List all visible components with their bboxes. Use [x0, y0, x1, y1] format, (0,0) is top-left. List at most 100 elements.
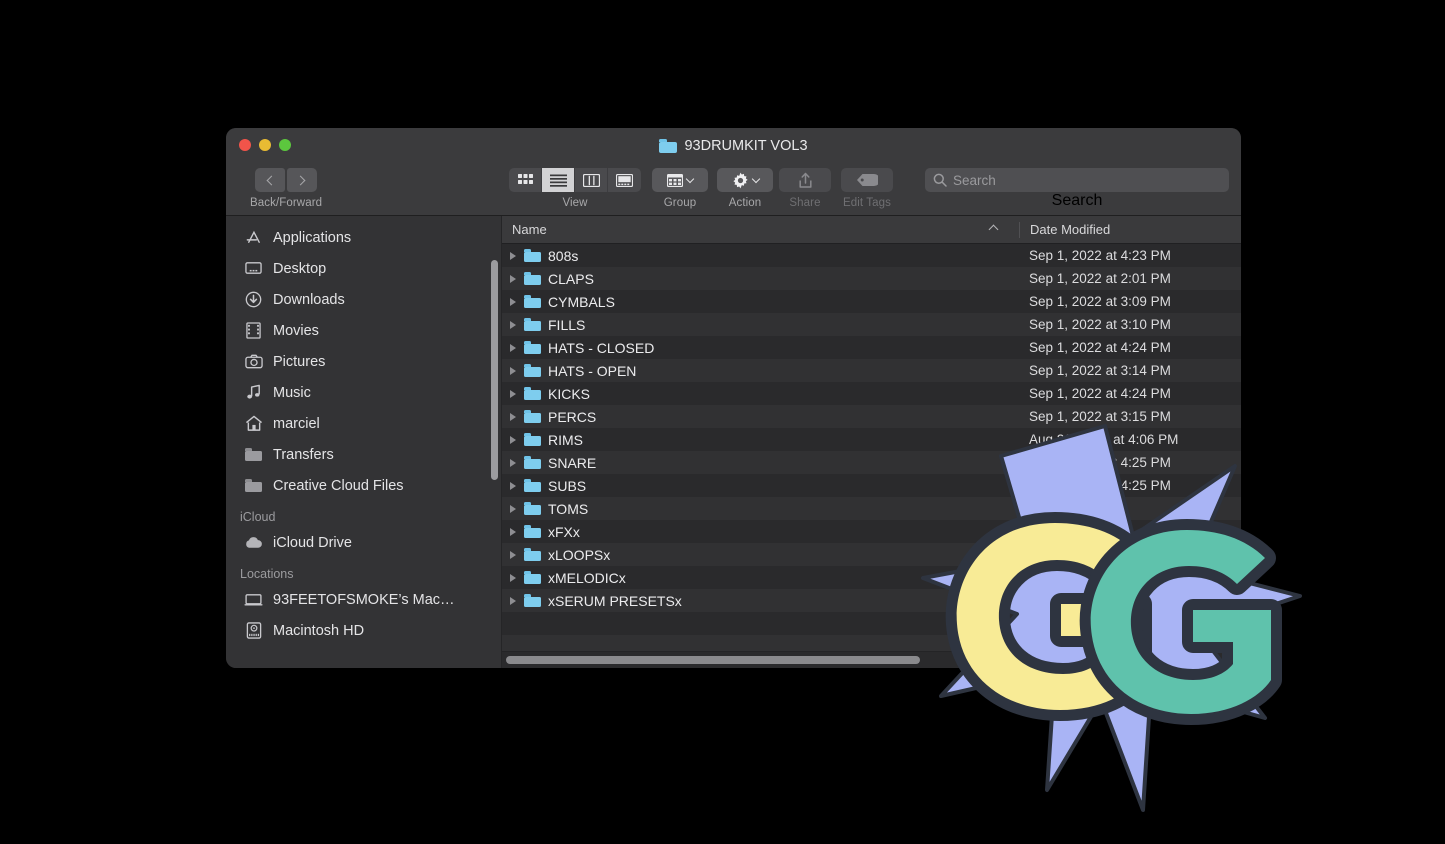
folder-icon: [524, 594, 541, 607]
horizontal-scrollbar[interactable]: [502, 651, 1241, 668]
file-name-label: xLOOPSx: [548, 547, 610, 563]
table-row[interactable]: PERCSSep 1, 2022 at 3:15 PM: [502, 405, 1241, 428]
file-date-cell: Sep 1, 2022 at 4:24 PM: [1019, 386, 1241, 401]
folder-icon: [524, 433, 541, 446]
table-row[interactable]: HATS - CLOSED Sep 1, 2022 at 4:24 PM: [502, 336, 1241, 359]
file-name-label: TOMS: [548, 501, 588, 517]
file-list-pane: Name Date Modified 808sSep 1, 2022 at 4:…: [502, 216, 1241, 668]
table-row[interactable]: KICKS Sep 1, 2022 at 4:24 PM: [502, 382, 1241, 405]
disclosure-triangle-icon[interactable]: [502, 367, 524, 375]
file-date-cell: Sep 1, 2022 at 2:01 PM: [1019, 271, 1241, 286]
sidebar-item-downloads[interactable]: Downloads: [226, 284, 501, 315]
group-group: Group: [652, 168, 708, 209]
disclosure-triangle-icon[interactable]: [502, 321, 524, 329]
window-body: Applications Desktop: [226, 216, 1241, 668]
folder-icon: [524, 341, 541, 354]
disclosure-triangle-icon[interactable]: [502, 275, 524, 283]
search-input[interactable]: [953, 173, 1221, 188]
sidebar-item-label: Desktop: [273, 261, 326, 277]
file-name-cell: xLOOPSx: [524, 547, 1019, 563]
column-header-date-modified[interactable]: Date Modified: [1019, 222, 1241, 238]
table-row[interactable]: HATS - OPENSep 1, 2022 at 3:14 PM: [502, 359, 1241, 382]
file-name-label: xFXx: [548, 524, 580, 540]
sidebar-item-applications[interactable]: Applications: [226, 222, 501, 253]
folder-icon: [524, 318, 541, 331]
table-row[interactable]: 808sSep 1, 2022 at 4:23 PM: [502, 244, 1241, 267]
file-name-label: xMELODICx: [548, 570, 626, 586]
edit-tags-button[interactable]: [841, 168, 893, 192]
navigation-segment: [255, 168, 317, 192]
sidebar-item-desktop[interactable]: Desktop: [226, 253, 501, 284]
forward-button[interactable]: [287, 168, 317, 192]
file-name-cell: xMELODICx: [524, 570, 1019, 586]
disclosure-triangle-icon[interactable]: [502, 574, 524, 582]
search-box[interactable]: [925, 168, 1229, 192]
table-row[interactable]: xMELODICx: [502, 566, 1241, 589]
share-icon: [798, 172, 813, 189]
gallery-view-button[interactable]: [608, 168, 641, 192]
table-row[interactable]: xFXx: [502, 520, 1241, 543]
action-button[interactable]: [717, 168, 773, 192]
table-row[interactable]: CYMBALSSep 1, 2022 at 3:09 PM: [502, 290, 1241, 313]
share-group: Share: [779, 168, 831, 209]
table-row[interactable]: FILLSSep 1, 2022 at 3:10 PM: [502, 313, 1241, 336]
table-row[interactable]: CLAPS Sep 1, 2022 at 2:01 PM: [502, 267, 1241, 290]
sidebar-item-music[interactable]: Music: [226, 377, 501, 408]
share-label: Share: [789, 197, 820, 209]
table-row[interactable]: TOMS: [502, 497, 1241, 520]
share-button[interactable]: [779, 168, 831, 192]
disclosure-triangle-icon[interactable]: [502, 344, 524, 352]
sidebar-item-label: Pictures: [273, 354, 325, 370]
gear-icon: [732, 172, 749, 189]
folder-icon: [524, 548, 541, 561]
sidebar-item-marciel[interactable]: marciel: [226, 408, 501, 439]
home-icon: [244, 414, 263, 433]
action-group: Action: [717, 168, 773, 209]
column-view-icon: [583, 174, 600, 187]
icon-view-button[interactable]: [509, 168, 542, 192]
table-row[interactable]: SNARESep 1, 2022 at 4:25 PM: [502, 451, 1241, 474]
list-view-button[interactable]: [542, 168, 575, 192]
file-name-label: CLAPS: [548, 271, 594, 287]
sidebar-item-creative-cloud-files[interactable]: Creative Cloud Files: [226, 470, 501, 501]
sidebar-item-movies[interactable]: Movies: [226, 315, 501, 346]
file-name-cell: CLAPS: [524, 271, 1019, 287]
back-button[interactable]: [255, 168, 285, 192]
table-row[interactable]: xLOOPSx: [502, 543, 1241, 566]
sidebar-item-macintosh-hd[interactable]: Macintosh HD: [226, 615, 501, 646]
disclosure-triangle-icon[interactable]: [502, 298, 524, 306]
file-name-label: KICKS: [548, 386, 590, 402]
file-name-cell: HATS - CLOSED: [524, 340, 1019, 356]
sidebar-item-93feetofsmokes-mac[interactable]: 93FEETOFSMOKE’s Mac…: [226, 584, 501, 615]
disclosure-triangle-icon[interactable]: [502, 528, 524, 536]
window-title-text: 93DRUMKIT VOL3: [684, 138, 807, 154]
disclosure-triangle-icon[interactable]: [502, 436, 524, 444]
disclosure-triangle-icon[interactable]: [502, 459, 524, 467]
table-row[interactable]: RIMSAug 26, 2022 at 4:06 PM: [502, 428, 1241, 451]
disclosure-triangle-icon[interactable]: [502, 597, 524, 605]
folder-icon: [659, 139, 677, 153]
table-row[interactable]: SUBSSep 1, 2022 at 4:25 PM: [502, 474, 1241, 497]
group-button[interactable]: [652, 168, 708, 192]
edit-tags-group: Edit Tags: [841, 168, 893, 209]
disclosure-triangle-icon[interactable]: [502, 551, 524, 559]
sidebar-item-icloud-drive[interactable]: iCloud Drive: [226, 527, 501, 558]
table-row[interactable]: xSERUM PRESETSx: [502, 589, 1241, 612]
disclosure-triangle-icon[interactable]: [502, 413, 524, 421]
sidebar-item-pictures[interactable]: Pictures: [226, 346, 501, 377]
column-header-name[interactable]: Name: [502, 222, 1019, 237]
folder-icon: [524, 525, 541, 538]
file-name-cell: 808s: [524, 248, 1019, 264]
sidebar-scrollbar[interactable]: [491, 260, 498, 480]
column-view-button[interactable]: [575, 168, 608, 192]
sidebar-item-label: iCloud Drive: [273, 535, 352, 551]
horizontal-scrollbar-thumb[interactable]: [506, 656, 920, 664]
file-date-cell: Sep 1, 2022 at 3:14 PM: [1019, 363, 1241, 378]
disclosure-triangle-icon[interactable]: [502, 390, 524, 398]
disclosure-triangle-icon[interactable]: [502, 482, 524, 490]
disclosure-triangle-icon[interactable]: [502, 505, 524, 513]
file-name-label: HATS - CLOSED: [548, 340, 654, 356]
sidebar-item-transfers[interactable]: Transfers: [226, 439, 501, 470]
file-date-cell: Sep 1, 2022 at 4:24 PM: [1019, 340, 1241, 355]
disclosure-triangle-icon[interactable]: [502, 252, 524, 260]
